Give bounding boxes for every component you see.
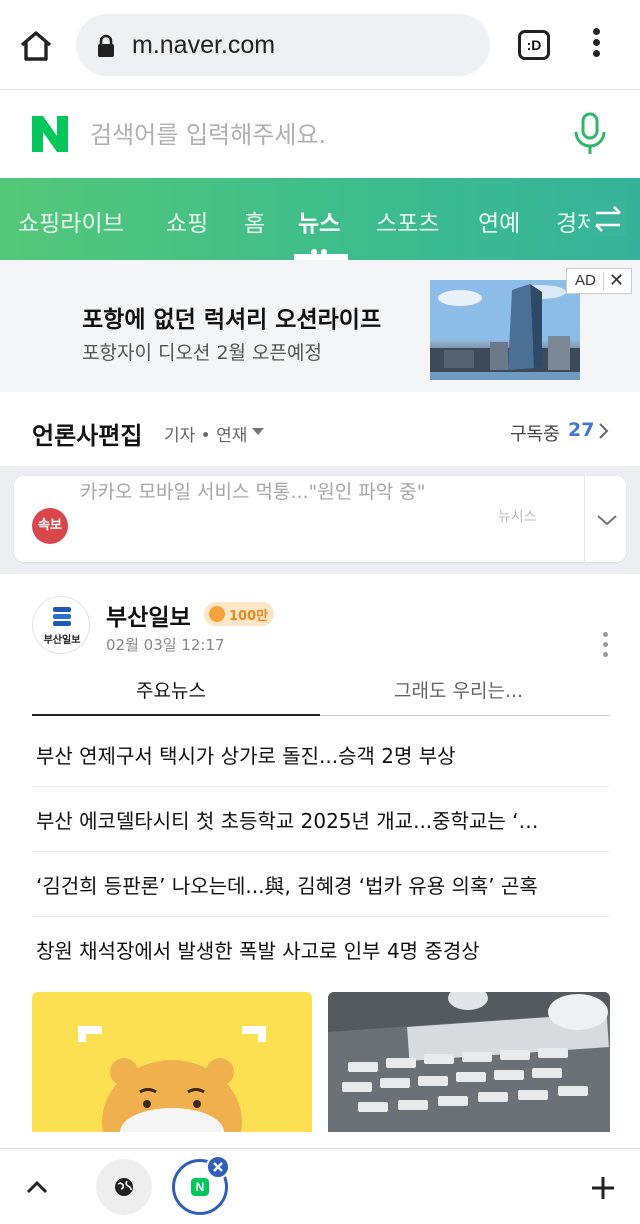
ad-label: AD	[575, 272, 596, 289]
plus-icon[interactable]	[590, 1175, 616, 1201]
press-logo[interactable]: 부산일보	[32, 596, 90, 654]
active-tab-indicator	[32, 714, 320, 716]
breaking-badge: 속보	[32, 508, 68, 544]
ad-badge: AD ✕	[566, 268, 632, 294]
search-input[interactable]	[90, 118, 530, 152]
chevron-down-icon[interactable]	[596, 512, 618, 526]
chevron-up-icon[interactable]	[26, 1179, 48, 1194]
ad-image[interactable]	[430, 280, 580, 380]
naver-tab-logo: N	[191, 1178, 209, 1196]
close-icon[interactable]: ✕	[609, 270, 624, 291]
tab-main-news[interactable]: 주요뉴스	[136, 676, 206, 703]
browser-toolbar: m.naver.com :D	[0, 0, 640, 90]
press-tabs: 주요뉴스 그래도 우리는...	[32, 670, 610, 716]
press-timestamp: 02월 03일 12:17	[106, 636, 225, 654]
breaking-source: 뉴시스	[498, 509, 537, 525]
nav-item-shopping[interactable]: 쇼핑	[166, 204, 208, 238]
subscribe-count[interactable]: 27	[568, 419, 594, 441]
category-nav: 쇼핑라이브 쇼핑 홈 뉴스 스포츠 연예 경제	[0, 178, 640, 260]
news-thumbnail-character[interactable]	[32, 992, 312, 1132]
naver-logo[interactable]	[30, 114, 70, 154]
press-logo-text: 부산일보	[43, 635, 81, 646]
close-icon[interactable]	[206, 1155, 230, 1179]
url-text[interactable]: m.naver.com	[132, 31, 275, 60]
section-title: 언론사편집	[32, 422, 143, 450]
nav-item-entertainment[interactable]: 연예	[478, 204, 520, 238]
breaking-headline[interactable]: 카카오 모바일 서비스 먹통..."원인 파악 중"	[80, 478, 440, 506]
press-card: 부산일보 부산일보 100만 02월 03일 12:17 주요뉴스 그래도 우리…	[0, 574, 640, 1132]
filter-dropdown[interactable]: 기자 • 연재	[164, 421, 247, 446]
microphone-icon[interactable]	[572, 112, 608, 156]
ad-badge-divider	[603, 272, 604, 290]
subscriber-badge: 100만	[204, 602, 274, 626]
press-name[interactable]: 부산일보	[106, 598, 191, 632]
swap-icon[interactable]	[590, 202, 626, 236]
nav-item-home[interactable]: 홈	[244, 204, 265, 238]
nav-item-sports[interactable]: 스포츠	[376, 204, 439, 238]
more-vertical-icon[interactable]	[598, 632, 612, 662]
news-thumbnail-test-kits[interactable]	[328, 992, 610, 1132]
tabs-icon[interactable]: :D	[518, 30, 550, 60]
lock-icon	[96, 34, 116, 58]
tab-still-we[interactable]: 그래도 우리는...	[394, 676, 523, 703]
headline-item[interactable]: 부산 에코델타시티 첫 초등학교 2025년 개교...중학교는 ‘…	[32, 787, 610, 852]
home-icon[interactable]	[18, 28, 54, 64]
page-dots	[311, 240, 331, 255]
headline-item[interactable]: 창원 채석장에서 발생한 폭발 사고로 인부 4명 중경상	[32, 917, 610, 982]
nav-item-news[interactable]: 뉴스	[298, 204, 340, 238]
breaking-news-area: 속보 카카오 모바일 서비스 먹통..."원인 파악 중" 뉴시스	[0, 466, 640, 574]
ad-banner[interactable]: 포항에 없던 럭셔리 오션라이프 포항자이 디오션 2월 오픈예정 AD ✕	[0, 260, 640, 392]
ad-title[interactable]: 포항에 없던 럭셔리 오션라이프	[82, 300, 381, 334]
subscriber-count: 100만	[229, 609, 269, 624]
more-vertical-icon[interactable]	[588, 28, 604, 62]
headline-item[interactable]: ‘김건희 등판론’ 나오는데...與, 김혜경 ‘법카 유용 의혹’ 곤혹	[32, 852, 610, 917]
chevron-right-icon[interactable]	[596, 422, 610, 440]
globe-icon	[115, 1178, 133, 1196]
breaking-news-card[interactable]: 속보 카카오 모바일 서비스 먹통..."원인 파악 중" 뉴시스	[14, 476, 626, 562]
headline-text[interactable]: 부산 연제구서 택시가 상가로 돌진...승객 2명 부상	[36, 740, 596, 769]
address-bar[interactable]: m.naver.com	[76, 14, 490, 76]
browser-bottom-bar: N	[0, 1148, 640, 1224]
ad-subtitle[interactable]: 포항자이 디오션 2월 오픈예정	[82, 338, 322, 365]
divider	[584, 476, 585, 562]
headline-item[interactable]: 부산 연제구서 택시가 상가로 돌진...승객 2명 부상	[32, 722, 610, 787]
press-section-header: 언론사편집 기자 • 연재 구독중 27	[0, 392, 640, 466]
nav-item-shopping-live[interactable]: 쇼핑라이브	[18, 204, 124, 238]
search-row	[0, 90, 640, 178]
subscribe-label[interactable]: 구독중	[510, 420, 560, 446]
headline-text[interactable]: 부산 에코델타시티 첫 초등학교 2025년 개교...중학교는 ‘…	[36, 805, 596, 834]
caret-down-icon[interactable]	[252, 428, 264, 435]
flame-icon	[209, 606, 225, 622]
headline-text[interactable]: ‘김건희 등판론’ 나오는데...與, 김혜경 ‘법카 유용 의혹’ 곤혹	[36, 870, 596, 899]
headline-text[interactable]: 창원 채석장에서 발생한 폭발 사고로 인부 4명 중경상	[36, 935, 596, 964]
globe-tab[interactable]	[96, 1159, 152, 1215]
